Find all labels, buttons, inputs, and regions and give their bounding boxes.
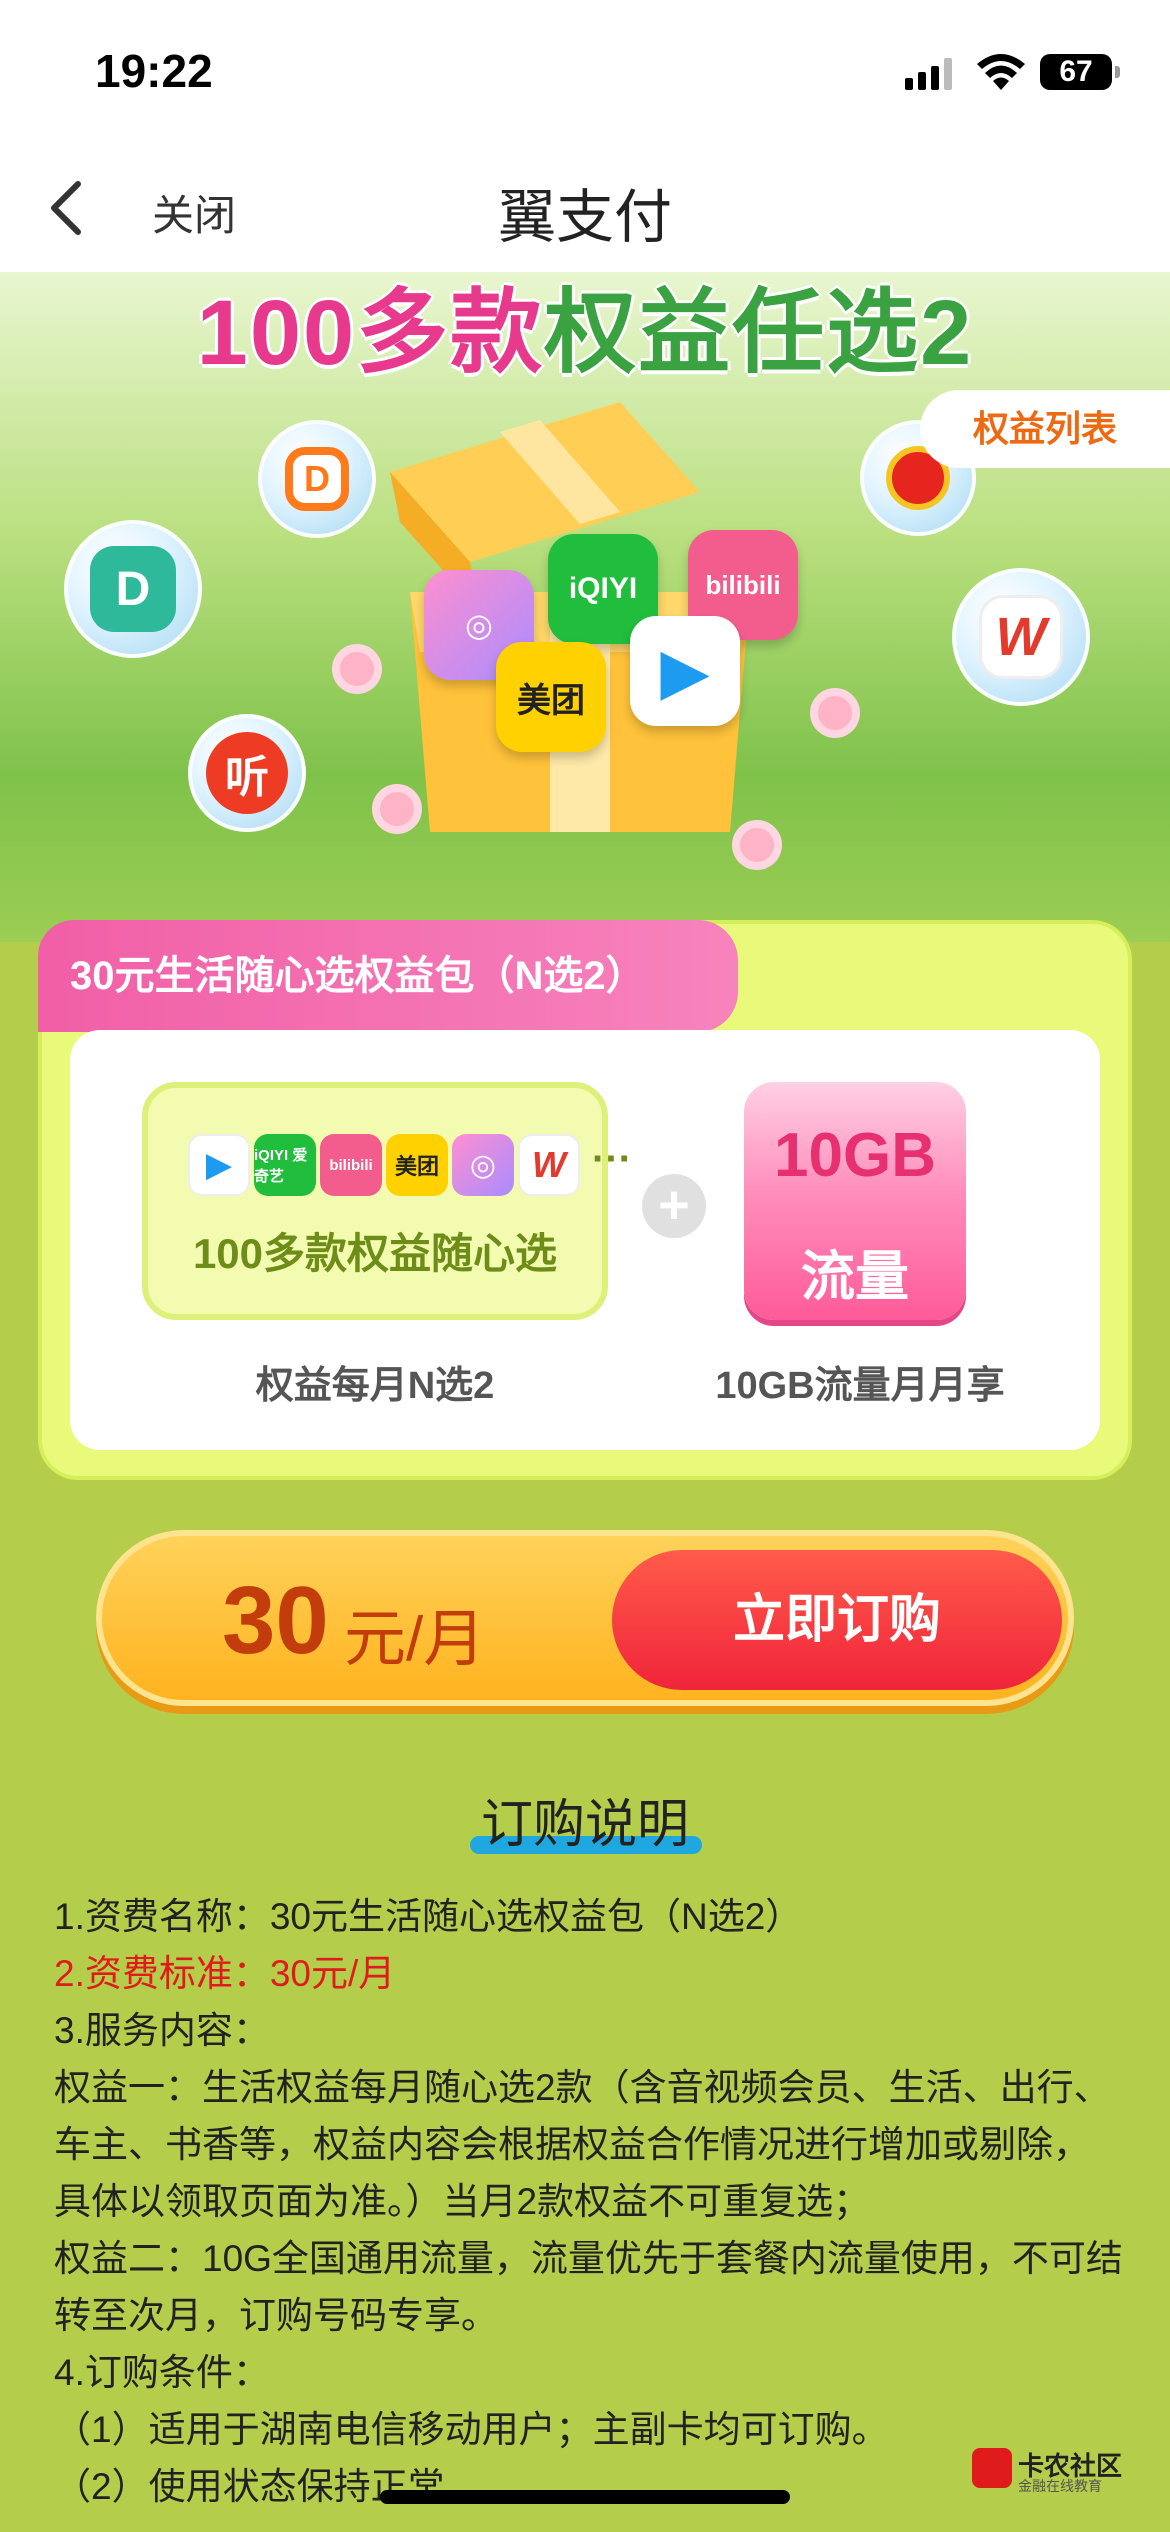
meitu-mini-icon: ◎ <box>452 1134 514 1196</box>
page-title: 翼支付 <box>497 185 672 250</box>
tencent-video-mini-icon: ▶ <box>188 1134 250 1196</box>
watermark-slogan: 金融在线教育 <box>1018 2478 1102 2494</box>
data-traffic-feature: 10GB 流量 <box>744 1082 966 1320</box>
description-line: 1.资费名称：30元生活随心选权益包（N选2） <box>54 1896 803 1937</box>
benefits-feature: ▶ iQIYI 爱奇艺 bilibili 美团 ◎ W ··· 100多款权益随… <box>142 1082 632 1320</box>
hero-title-part2: 权益任选2 <box>544 282 974 384</box>
description-body: 1.资费名称：30元生活随心选权益包（N选2） 2.资费标准：30元/月 3.服… <box>54 1888 1124 2515</box>
meituan-mini-icon: 美团 <box>386 1134 448 1196</box>
status-time: 19:22 <box>95 45 213 97</box>
data-traffic-amount: 10GB <box>774 1121 936 1190</box>
wps-icon: W <box>952 568 1090 706</box>
nav-bar: 关闭 翼支付 <box>0 150 1170 272</box>
plus-icon: + <box>642 1174 706 1238</box>
flower-decoration <box>340 652 374 686</box>
mini-app-icons: ▶ iQIYI 爱奇艺 bilibili 美团 ◎ W ··· <box>188 1134 632 1196</box>
hero-title-part1: 100多款 <box>196 282 545 384</box>
benefits-feature-text: 100多款权益随心选 <box>192 1230 558 1277</box>
flower-decoration <box>818 696 852 730</box>
cellular-signal-icon <box>905 58 952 90</box>
subscribe-button[interactable]: 立即订购 <box>612 1550 1062 1690</box>
iqiyi-mini-icon: iQIYI 爱奇艺 <box>254 1134 316 1196</box>
status-bar: 19:22 67 <box>0 0 1170 150</box>
wps-mini-icon: W <box>518 1134 580 1196</box>
wifi-icon <box>977 54 1025 90</box>
didi-icon: D <box>258 420 376 538</box>
didi-green-icon: D <box>64 520 202 658</box>
watermark: 卡农社区 金融在线教育 <box>972 2446 1132 2496</box>
meituan-app-icon: 美团 <box>496 642 606 752</box>
price-bar: 30 元/月 立即订购 <box>96 1530 1074 1706</box>
tencent-video-app-icon: ▶ <box>630 616 740 726</box>
benefits-list-button[interactable]: 权益列表 <box>920 390 1170 468</box>
hero-banner: 100多款权益任选2 D D 听 W 权益列表 ◎ iQIYI bilibili… <box>0 272 1170 942</box>
data-traffic-caption: 10GB流量月月享 <box>715 1365 1005 1407</box>
flower-decoration <box>740 828 774 862</box>
description-line: 权益二：10G全国通用流量，流量优先于套餐内流量使用，不可结转至次月，订购号码专… <box>54 2238 1123 2336</box>
description-line: （2）使用状态保持正常 <box>54 2466 445 2507</box>
description-line: 4.订购条件： <box>54 2352 270 2393</box>
price-unit: 元/月 <box>344 1605 486 1674</box>
data-traffic-label: 流量 <box>801 1247 909 1307</box>
description-line: （1）适用于湖南电信移动用户；主副卡均可订购。 <box>54 2409 889 2450</box>
watermark-logo-icon <box>972 2448 1012 2488</box>
flower-decoration <box>380 792 414 826</box>
description-line: 3.服务内容： <box>54 2010 270 2051</box>
home-indicator[interactable] <box>380 2490 790 2504</box>
description-title: 订购说明 <box>480 1796 689 1854</box>
ting-icon: 听 <box>188 714 306 832</box>
more-dots: ··· <box>592 1137 632 1181</box>
description-line-price: 2.资费标准：30元/月 <box>54 1953 396 1994</box>
battery-indicator: 67 <box>1040 54 1120 90</box>
package-title: 30元生活随心选权益包（N选2） <box>38 920 738 1032</box>
description-line: 权益一：生活权益每月随心选2款（含音视频会员、生活、出行、车主、书香等，权益内容… <box>54 2067 1111 2222</box>
benefits-caption: 权益每月N选2 <box>255 1365 495 1407</box>
bilibili-mini-icon: bilibili <box>320 1134 382 1196</box>
price-amount: 30 <box>222 1567 329 1674</box>
hero-title: 100多款权益任选2 <box>0 272 1170 391</box>
